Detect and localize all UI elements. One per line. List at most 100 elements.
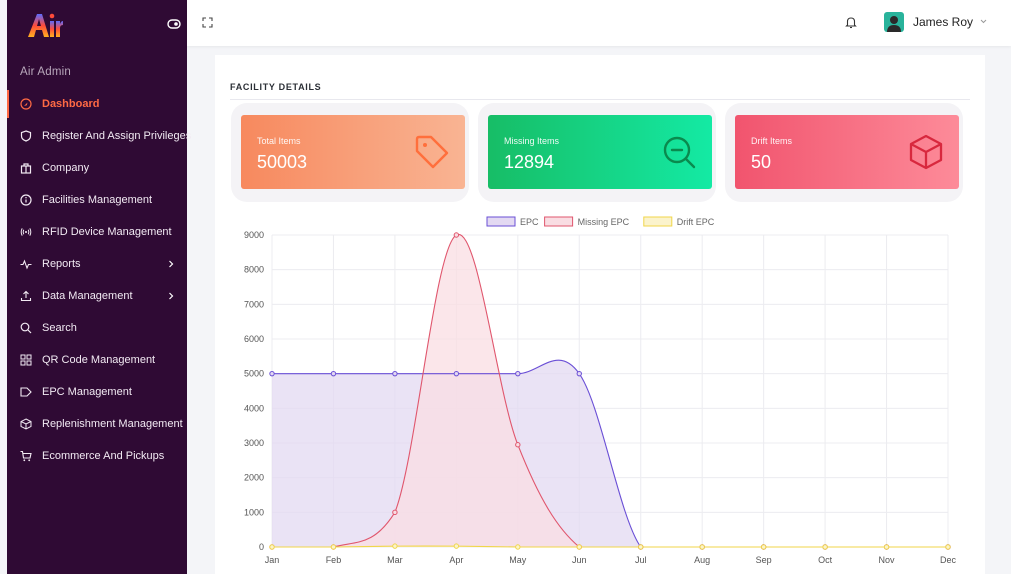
sidebar-item-register-privileges[interactable]: Register And Assign Privileges [7,120,191,152]
legend-label: EPC [520,217,539,227]
legend-label: Drift EPC [677,217,715,227]
stat-label: Drift Items [751,136,793,146]
x-tick-label: Sep [756,555,772,565]
stat-total-items[interactable]: Total Items 50003 [241,115,465,189]
data-point [269,544,275,550]
sidebar-item-label: Replenishment Management [42,418,183,430]
legend-swatch [486,216,516,227]
tag-icon [415,135,449,169]
building-icon [20,163,32,174]
rfid-icon [20,228,32,236]
bell-icon[interactable] [845,16,857,29]
sidebar-item-rfid-devices[interactable]: RFID Device Management [7,216,187,248]
data-point [392,370,398,377]
data-point [392,509,398,516]
stat-drift-items[interactable]: Drift Items 50 [735,115,959,189]
data-point [515,370,521,377]
y-tick-label: 8000 [244,265,264,275]
data-point [330,544,337,550]
sidebar-item-dashboard[interactable]: Dashboard [7,88,187,120]
sidebar: Air Admin Dashboard Register And Assign … [7,0,191,574]
data-point [822,544,828,550]
zoom-out-icon [663,136,696,169]
sidebar-item-ecommerce[interactable]: Ecommerce And Pickups [7,440,187,472]
data-point [453,232,460,238]
data-point [330,370,337,377]
sidebar-item-label: RFID Device Management [42,226,172,238]
sidebar-item-reports[interactable]: Reports [7,248,187,280]
sidebar-item-label: Company [42,162,90,174]
air-logo[interactable] [27,12,63,38]
stat-card-missing-items: Missing Items 12894 [478,103,716,202]
cart-icon [20,450,32,462]
facility-details-card: FACILITY DETAILS Total Items 50003 Missi… [215,55,985,574]
data-point [699,544,705,550]
sidebar-item-search[interactable]: Search [7,312,187,344]
legend-swatch [643,216,673,227]
expand-icon[interactable] [202,17,213,28]
user-avatar-icon [887,16,901,32]
sidebar-item-data-management[interactable]: Data Management [7,280,187,312]
stat-card-total-items: Total Items 50003 [231,103,469,202]
legend-label: Missing EPC [578,217,630,227]
y-tick-label: 6000 [244,334,264,344]
x-tick-label: Mar [387,555,403,565]
info-icon [20,194,32,206]
stat-value: 12894 [504,152,555,172]
stat-label: Total Items [257,136,301,146]
x-tick-label: Apr [449,555,463,565]
chevron-down-icon[interactable] [980,19,987,24]
stat-label: Missing Items [504,136,560,146]
sidebar-item-label: Reports [42,258,81,270]
sidebar-item-label: Data Management [42,290,133,302]
x-tick-label: Jun [572,555,587,565]
upload-icon [20,290,32,302]
x-tick-label: Feb [326,555,342,565]
x-tick-label: Aug [694,555,710,565]
y-tick-label: 0 [259,542,264,552]
stat-missing-items[interactable]: Missing Items 12894 [488,115,712,189]
data-point [453,370,460,377]
box-icon [20,418,32,430]
x-tick-label: Oct [818,555,833,565]
activity-icon [20,259,32,270]
sidebar-item-label: Dashboard [42,98,100,110]
data-point [760,544,767,550]
user-name[interactable]: James Roy [913,15,973,29]
section-title: FACILITY DETAILS [230,82,322,92]
sidebar-item-qr-code[interactable]: QR Code Management [7,344,187,376]
data-point [576,544,582,550]
sidebar-item-facilities[interactable]: Facilities Management [7,184,187,216]
legend-swatch [544,216,574,227]
app-name: Air Admin [20,66,72,78]
chevron-right-icon [169,260,174,268]
y-tick-label: 9000 [244,230,264,240]
sidebar-item-label: EPC Management [42,386,132,398]
y-tick-label: 3000 [244,438,264,448]
avatar[interactable] [884,12,904,32]
x-tick-label: Jan [265,555,280,565]
data-point [576,370,582,377]
x-tick-label: Dec [940,555,957,565]
sidebar-item-label: Register And Assign Privileges [42,130,192,142]
sidebar-item-replenishment[interactable]: Replenishment Management [7,408,187,440]
y-tick-label: 1000 [244,507,264,517]
dashboard-icon [20,98,32,110]
y-tick-label: 5000 [244,369,264,379]
stat-card-drift-items: Drift Items 50 [725,103,963,202]
sidebar-item-epc[interactable]: EPC Management [7,376,187,408]
box-icon [909,134,943,170]
data-point [453,543,460,549]
search-icon [20,322,32,334]
sidebar-item-company[interactable]: Company [7,152,187,184]
stat-value: 50 [751,152,772,172]
data-point [515,544,521,550]
qr-code-icon [20,354,32,366]
data-point [945,544,951,550]
sidebar-toggle-icon[interactable] [167,17,181,31]
series-area [272,360,948,547]
top-bar: James Roy [187,0,1011,46]
y-tick-label: 2000 [244,473,264,483]
data-point [638,544,644,550]
shield-icon [20,130,32,142]
